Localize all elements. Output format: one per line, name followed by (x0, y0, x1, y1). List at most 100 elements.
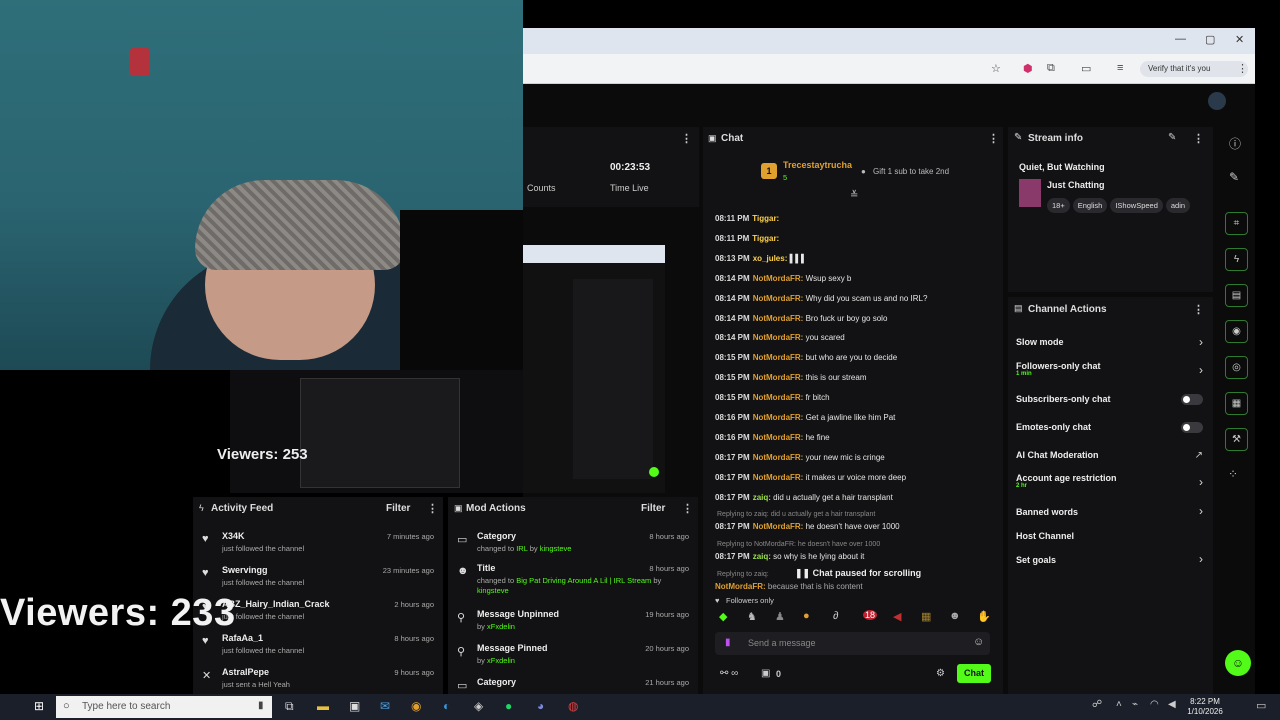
mic-icon[interactable]: ▮ (725, 637, 731, 648)
chat-message[interactable]: 08:17 PM NotMordaFR: your new mic is crin… (715, 453, 885, 462)
menu-lines-icon[interactable]: ≡ (1117, 62, 1123, 74)
message-user[interactable]: NotMordaFR: (753, 314, 804, 323)
task-view-icon[interactable]: ⧉ (285, 699, 294, 714)
pinned-user[interactable]: Trecestaytrucha (783, 160, 852, 170)
store-icon[interactable]: ▣ (349, 699, 360, 713)
chat-message[interactable]: 08:17 PM zaiq: so why is he lying about i… (715, 552, 864, 561)
gift-text[interactable]: Gift 1 sub to take 2nd (873, 167, 949, 176)
chat-message[interactable]: 08:17 PM NotMordaFR: he doesn't have over… (715, 522, 900, 531)
chat-message[interactable]: 08:14 PM NotMordaFR: Why did you scam us … (715, 294, 927, 303)
mic-icon[interactable]: ▮ (258, 700, 264, 711)
chat-message[interactable]: 08:17 PM zaiq: did u actually get a hair … (715, 493, 893, 502)
more-icon[interactable]: ⋮ (1193, 303, 1204, 316)
action-slow-mode[interactable]: Slow mode (1016, 337, 1064, 347)
chat-send-button[interactable]: Chat (957, 664, 991, 683)
more-icon[interactable]: ⋮ (1193, 132, 1204, 145)
activity-username[interactable]: ABZ_Hairy_Indian_Crack (222, 599, 330, 609)
chat-message[interactable]: NotMordaFR: because that is his content (715, 582, 863, 591)
more-icon[interactable]: ⋮ (682, 502, 693, 515)
emote-icon[interactable]: ▦ (921, 610, 931, 623)
message-user[interactable]: Tiggar: (752, 214, 779, 223)
verify-identity-button[interactable]: Verify that it's you (1140, 61, 1248, 77)
action-host-channel[interactable]: Host Channel (1016, 531, 1074, 541)
message-user[interactable]: NotMordaFR: (715, 582, 766, 591)
message-user[interactable]: zaiq: (753, 552, 771, 561)
shield-icon[interactable]: ⬢ (1023, 62, 1033, 75)
detail-user[interactable]: xFxdelin (487, 622, 515, 631)
cast-icon[interactable]: ▭ (1081, 62, 1091, 75)
activity-filter-button[interactable]: Filter (386, 503, 410, 514)
notification-icon[interactable]: ▭ (1256, 699, 1266, 712)
info-icon[interactable]: ⓘ (1229, 135, 1241, 152)
action-set-goals[interactable]: Set goals (1016, 555, 1056, 565)
edge-icon[interactable]: ◐ (443, 699, 450, 713)
message-user[interactable]: zaiq: (753, 493, 771, 502)
avatar[interactable] (1208, 92, 1226, 110)
address-bar[interactable]: ☆ ⬢ ⧉ ▭ ≡ Verify that it's you ⋮ (523, 54, 1255, 84)
help-chat-button[interactable]: ☺ (1225, 650, 1251, 676)
message-input[interactable]: ▮ Send a message ☺ (715, 632, 990, 655)
emoji-icon[interactable]: ☺ (973, 636, 984, 648)
detail-user[interactable]: xFxdelin (487, 656, 515, 665)
chrome-icon[interactable]: ◉ (411, 699, 421, 713)
chat-message[interactable]: 08:11 PM Tiggar: (715, 234, 779, 243)
maximize-button[interactable]: ▢ (1205, 33, 1215, 46)
gift-box-icon[interactable]: ▣ (761, 668, 770, 679)
detail-user[interactable]: kingsteve (540, 544, 572, 553)
clip-icon[interactable]: ⌗ (1225, 212, 1248, 235)
chevron-up-icon[interactable]: ˄ (1116, 699, 1122, 710)
message-user[interactable]: NotMordaFR: (753, 473, 804, 482)
chat-message[interactable]: 08:15 PM NotMordaFR: but who are you to d… (715, 353, 897, 362)
minimize-button[interactable]: — (1175, 33, 1186, 45)
chevron-right-icon[interactable]: › (1199, 335, 1203, 349)
document-icon[interactable]: ▤ (1225, 284, 1248, 307)
message-user[interactable]: NotMordaFR: (753, 453, 804, 462)
message-user[interactable]: NotMordaFR: (753, 294, 804, 303)
clock-date[interactable]: 1/10/2026 (1183, 707, 1227, 716)
more-icon[interactable]: ⋮ (988, 132, 999, 145)
chat-paused-banner[interactable]: ❚❚ Chat paused for scrolling (791, 566, 926, 581)
file-explorer-icon[interactable]: ▬ (317, 699, 329, 713)
chat-message[interactable]: 08:14 PM NotMordaFR: you scared (715, 333, 845, 342)
obs-icon[interactable]: ◍ (568, 699, 578, 713)
message-user[interactable]: xo_jules: (753, 254, 788, 263)
layout-icon[interactable]: ▦ (1225, 392, 1248, 415)
broadcast-icon[interactable]: ◎ (1225, 356, 1248, 379)
mod-filter-button[interactable]: Filter (641, 503, 665, 514)
action-emotes-only[interactable]: Emotes-only chat (1016, 422, 1091, 432)
pencil-icon[interactable]: ✎ (1229, 170, 1239, 184)
close-button[interactable]: ✕ (1235, 33, 1244, 46)
star-icon[interactable]: ☆ (991, 62, 1001, 75)
detail-user[interactable]: kingsteve (477, 586, 509, 595)
spotify-icon[interactable]: ● (505, 699, 512, 713)
emote-icon[interactable]: 18 (863, 610, 878, 620)
chat-message[interactable]: 08:16 PM NotMordaFR: he fine (715, 433, 830, 442)
message-user[interactable]: NotMordaFR: (753, 373, 804, 382)
emote-icon[interactable]: ☻ (949, 610, 961, 622)
app-icon[interactable]: ◈ (474, 699, 483, 713)
clock-time[interactable]: 8:22 PM (1185, 697, 1225, 706)
activity-username[interactable]: Swervingg (222, 565, 268, 575)
external-link-icon[interactable]: ↗ (1195, 450, 1203, 461)
tag[interactable]: English (1072, 198, 1108, 213)
mail-icon[interactable]: ✉ (380, 699, 390, 713)
chat-message[interactable]: 08:11 PM Tiggar: (715, 214, 779, 223)
emote-icon[interactable]: ● (803, 610, 810, 622)
activity-username[interactable]: AstralPepe (222, 667, 269, 677)
message-user[interactable]: NotMordaFR: (753, 433, 804, 442)
more-icon[interactable]: ⋮ (681, 132, 692, 145)
action-account-age[interactable]: Account age restriction 2 hr (1016, 473, 1117, 489)
emote-icon[interactable]: ♟ (775, 610, 785, 623)
message-user[interactable]: NotMordaFR: (753, 522, 804, 531)
link-icon[interactable]: ⚯ ∞ (720, 668, 738, 679)
taskbar-search[interactable]: ○ Type here to search ▮ (56, 696, 272, 718)
message-user[interactable]: Tiggar: (752, 234, 779, 243)
people-icon[interactable]: ☍ (1092, 699, 1102, 710)
subscribers-only-toggle[interactable] (1181, 394, 1203, 405)
message-user[interactable]: NotMordaFR: (753, 353, 804, 362)
chevron-right-icon[interactable]: › (1199, 504, 1203, 518)
emotes-only-toggle[interactable] (1181, 422, 1203, 433)
action-subscribers-only[interactable]: Subscribers-only chat (1016, 394, 1111, 404)
wifi-icon[interactable]: ◠ (1150, 699, 1159, 710)
message-user[interactable]: NotMordaFR: (753, 333, 804, 342)
